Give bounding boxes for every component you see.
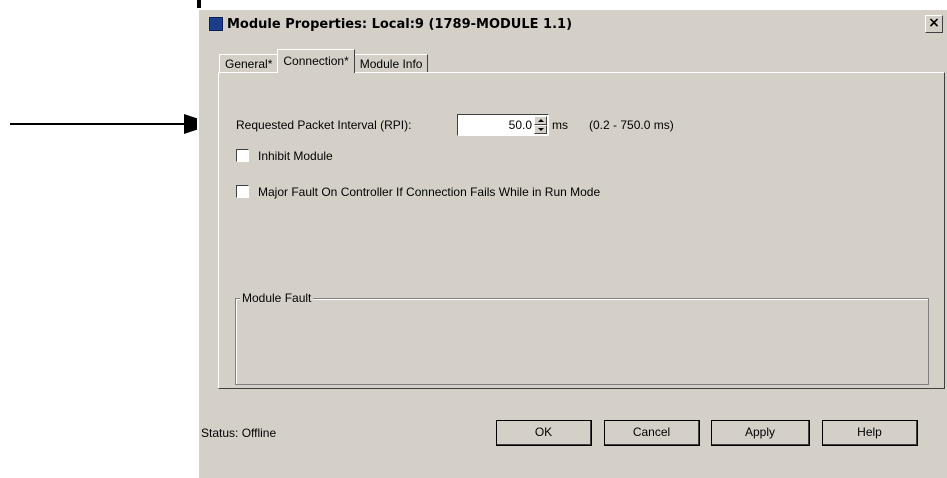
major-fault-checkbox[interactable]	[236, 185, 249, 198]
cancel-button[interactable]: Cancel	[604, 420, 700, 446]
tab-general[interactable]: General*	[219, 54, 279, 73]
close-button[interactable]: ×	[925, 15, 943, 33]
inhibit-module-label[interactable]: Inhibit Module	[258, 149, 333, 163]
status-text: Status: Offline	[201, 426, 277, 440]
tab-strip: General* Connection* Module Info	[219, 49, 429, 73]
module-fault-groupbox	[235, 298, 929, 385]
tab-module-info[interactable]: Module Info	[353, 54, 429, 73]
window-icon	[209, 17, 223, 31]
inhibit-module-checkbox[interactable]	[236, 149, 249, 162]
spin-down-icon[interactable]	[534, 125, 547, 134]
rpi-label: Requested Packet Interval (RPI):	[236, 118, 412, 132]
rpi-spinner	[534, 116, 547, 134]
rpi-range: (0.2 - 750.0 ms)	[589, 118, 674, 132]
annotation-arrow-line	[10, 123, 186, 125]
major-fault-label[interactable]: Major Fault On Controller If Connection …	[258, 185, 600, 199]
rpi-unit: ms	[552, 118, 568, 132]
window-title: Module Properties: Local:9 (1789-MODULE …	[227, 16, 573, 32]
ok-button[interactable]: OK	[496, 420, 592, 446]
apply-button[interactable]: Apply	[711, 420, 810, 446]
help-button[interactable]: Help	[822, 420, 918, 446]
spin-up-icon[interactable]	[534, 116, 547, 125]
title-bar[interactable]: Module Properties: Local:9 (1789-MODULE …	[205, 12, 947, 36]
module-fault-label: Module Fault	[240, 291, 314, 305]
tab-connection[interactable]: Connection*	[277, 49, 355, 73]
